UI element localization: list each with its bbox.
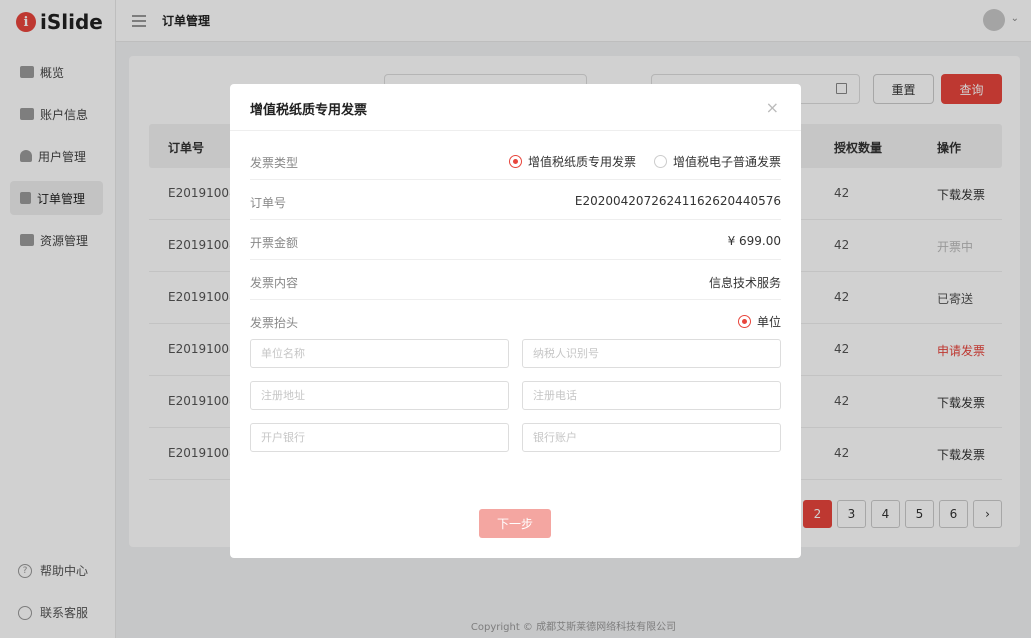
invoice-header-radio-group: 单位: [737, 313, 781, 330]
invoice-type-radio-group: 增值税纸质专用发票 增值税电子普通发票: [508, 153, 781, 170]
modal-title: 增值税纸质专用发票: [250, 103, 368, 118]
content-row: 发票内容 信息技术服务: [250, 260, 781, 300]
company-name-input[interactable]: [250, 339, 509, 368]
reg-address-input[interactable]: [250, 381, 509, 410]
bank-account-input[interactable]: [522, 423, 781, 452]
next-step-button[interactable]: 下一步: [479, 509, 551, 538]
radio-paper-invoice[interactable]: [508, 155, 522, 168]
radio-electronic-invoice[interactable]: [653, 155, 667, 168]
radio-paper-invoice-label[interactable]: 增值税纸质专用发票: [528, 153, 636, 170]
bank-input[interactable]: [250, 423, 509, 452]
amount-label: 开票金额: [250, 236, 299, 250]
radio-company[interactable]: [737, 315, 751, 328]
divider: [230, 130, 801, 131]
amount-row: 开票金额 ¥ 699.00: [250, 220, 781, 260]
content-label: 发票内容: [250, 276, 299, 290]
reg-phone-input[interactable]: [522, 381, 781, 410]
tax-id-input[interactable]: [522, 339, 781, 368]
content-value: 信息技术服务: [708, 276, 781, 290]
order-no-row: 订单号 E202004207262411626204405​76: [250, 180, 781, 220]
amount-value: ¥ 699.00: [727, 234, 781, 248]
close-icon[interactable]: ×: [766, 98, 779, 117]
order-no-label: 订单号: [250, 196, 287, 210]
invoice-header-row: 发票抬头 单位: [250, 300, 781, 340]
invoice-header-label: 发票抬头: [250, 316, 299, 330]
invoice-modal: 增值税纸质专用发票 × 发票类型 增值税纸质专用发票 增值税电子普通发票 订单号…: [230, 84, 801, 558]
radio-electronic-invoice-label[interactable]: 增值税电子普通发票: [673, 153, 781, 170]
invoice-type-row: 发票类型 增值税纸质专用发票 增值税电子普通发票: [250, 140, 781, 180]
radio-company-label[interactable]: 单位: [757, 313, 781, 330]
order-no-value: E202004207262411626204405​76: [574, 194, 781, 208]
invoice-type-label: 发票类型: [250, 156, 299, 170]
